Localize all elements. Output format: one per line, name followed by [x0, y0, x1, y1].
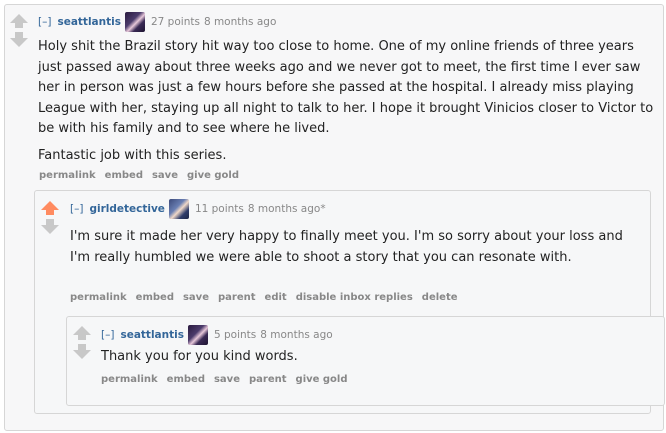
collapse-toggle[interactable]: [–]	[70, 203, 83, 215]
collapse-toggle[interactable]: [–]	[101, 329, 114, 341]
collapse-toggle[interactable]: [–]	[38, 16, 51, 28]
embed-button[interactable]: embed	[167, 374, 205, 385]
comment-1-tagline: [–] seattlantis 27 points 8 months ago	[38, 12, 276, 32]
comment-paragraph: Fantastic job with this series.	[38, 147, 227, 163]
save-button[interactable]: save	[183, 292, 209, 303]
comment-1-buttons: permalink embed save give gold	[39, 170, 248, 181]
parent-button[interactable]: parent	[249, 374, 287, 385]
save-button[interactable]: save	[152, 170, 178, 181]
downvote-arrow-icon[interactable]	[73, 344, 91, 359]
timestamp: 8 months ago	[260, 329, 333, 341]
comment-2-buttons: permalink embed save parent edit disable…	[70, 292, 467, 303]
comment-2-tagline: [–] girldetective 11 points 8 months ago…	[70, 199, 326, 219]
delete-button[interactable]: delete	[422, 292, 458, 303]
comment-2-votes	[41, 201, 63, 234]
save-button[interactable]: save	[214, 374, 240, 385]
edit-button[interactable]: edit	[265, 292, 287, 303]
comment-1-votes	[10, 14, 32, 47]
comment-3-votes	[73, 326, 95, 359]
comment-paragraph: I'm sure it made her very happy to final…	[70, 229, 623, 265]
comment-3-body: Thank you for you kind words.	[101, 347, 641, 374]
upvote-arrow-icon[interactable]	[10, 14, 28, 28]
permalink-button[interactable]: permalink	[101, 374, 158, 385]
give-gold-button[interactable]: give gold	[187, 170, 239, 181]
permalink-button[interactable]: permalink	[39, 170, 96, 181]
score: 27 points	[150, 16, 200, 28]
upvote-arrow-icon[interactable]	[41, 201, 59, 215]
downvote-arrow-icon[interactable]	[41, 219, 59, 234]
avatar	[124, 12, 145, 32]
permalink-button[interactable]: permalink	[70, 292, 127, 303]
embed-button[interactable]: embed	[105, 170, 143, 181]
disable-inbox-replies-button[interactable]: disable inbox replies	[296, 292, 413, 303]
timestamp: 8 months ago	[203, 16, 277, 28]
comment-paragraph: Thank you for you kind words.	[101, 349, 298, 364]
comment-1-body: Holy shit the Brazil story hit way too c…	[38, 37, 654, 172]
embed-button[interactable]: embed	[136, 292, 174, 303]
upvote-arrow-icon[interactable]	[73, 326, 91, 340]
parent-button[interactable]: parent	[218, 292, 256, 303]
timestamp: 8 months ago*	[247, 203, 326, 215]
avatar	[187, 325, 208, 345]
downvote-arrow-icon[interactable]	[10, 32, 28, 47]
author-link[interactable]: girldetective	[89, 203, 164, 215]
comment-2-body: I'm sure it made her very happy to final…	[70, 227, 646, 274]
author-link[interactable]: seattlantis	[57, 16, 121, 28]
author-link[interactable]: seattlantis	[120, 329, 184, 341]
avatar	[168, 199, 189, 219]
give-gold-button[interactable]: give gold	[296, 374, 348, 385]
comment-3-tagline: [–] seattlantis 5 points 8 months ago	[101, 325, 333, 345]
score: 5 points	[213, 329, 257, 341]
comment-paragraph: Holy shit the Brazil story hit way too c…	[38, 39, 654, 136]
comment-3-buttons: permalink embed save parent give gold	[101, 374, 357, 385]
score: 11 points	[194, 203, 244, 215]
